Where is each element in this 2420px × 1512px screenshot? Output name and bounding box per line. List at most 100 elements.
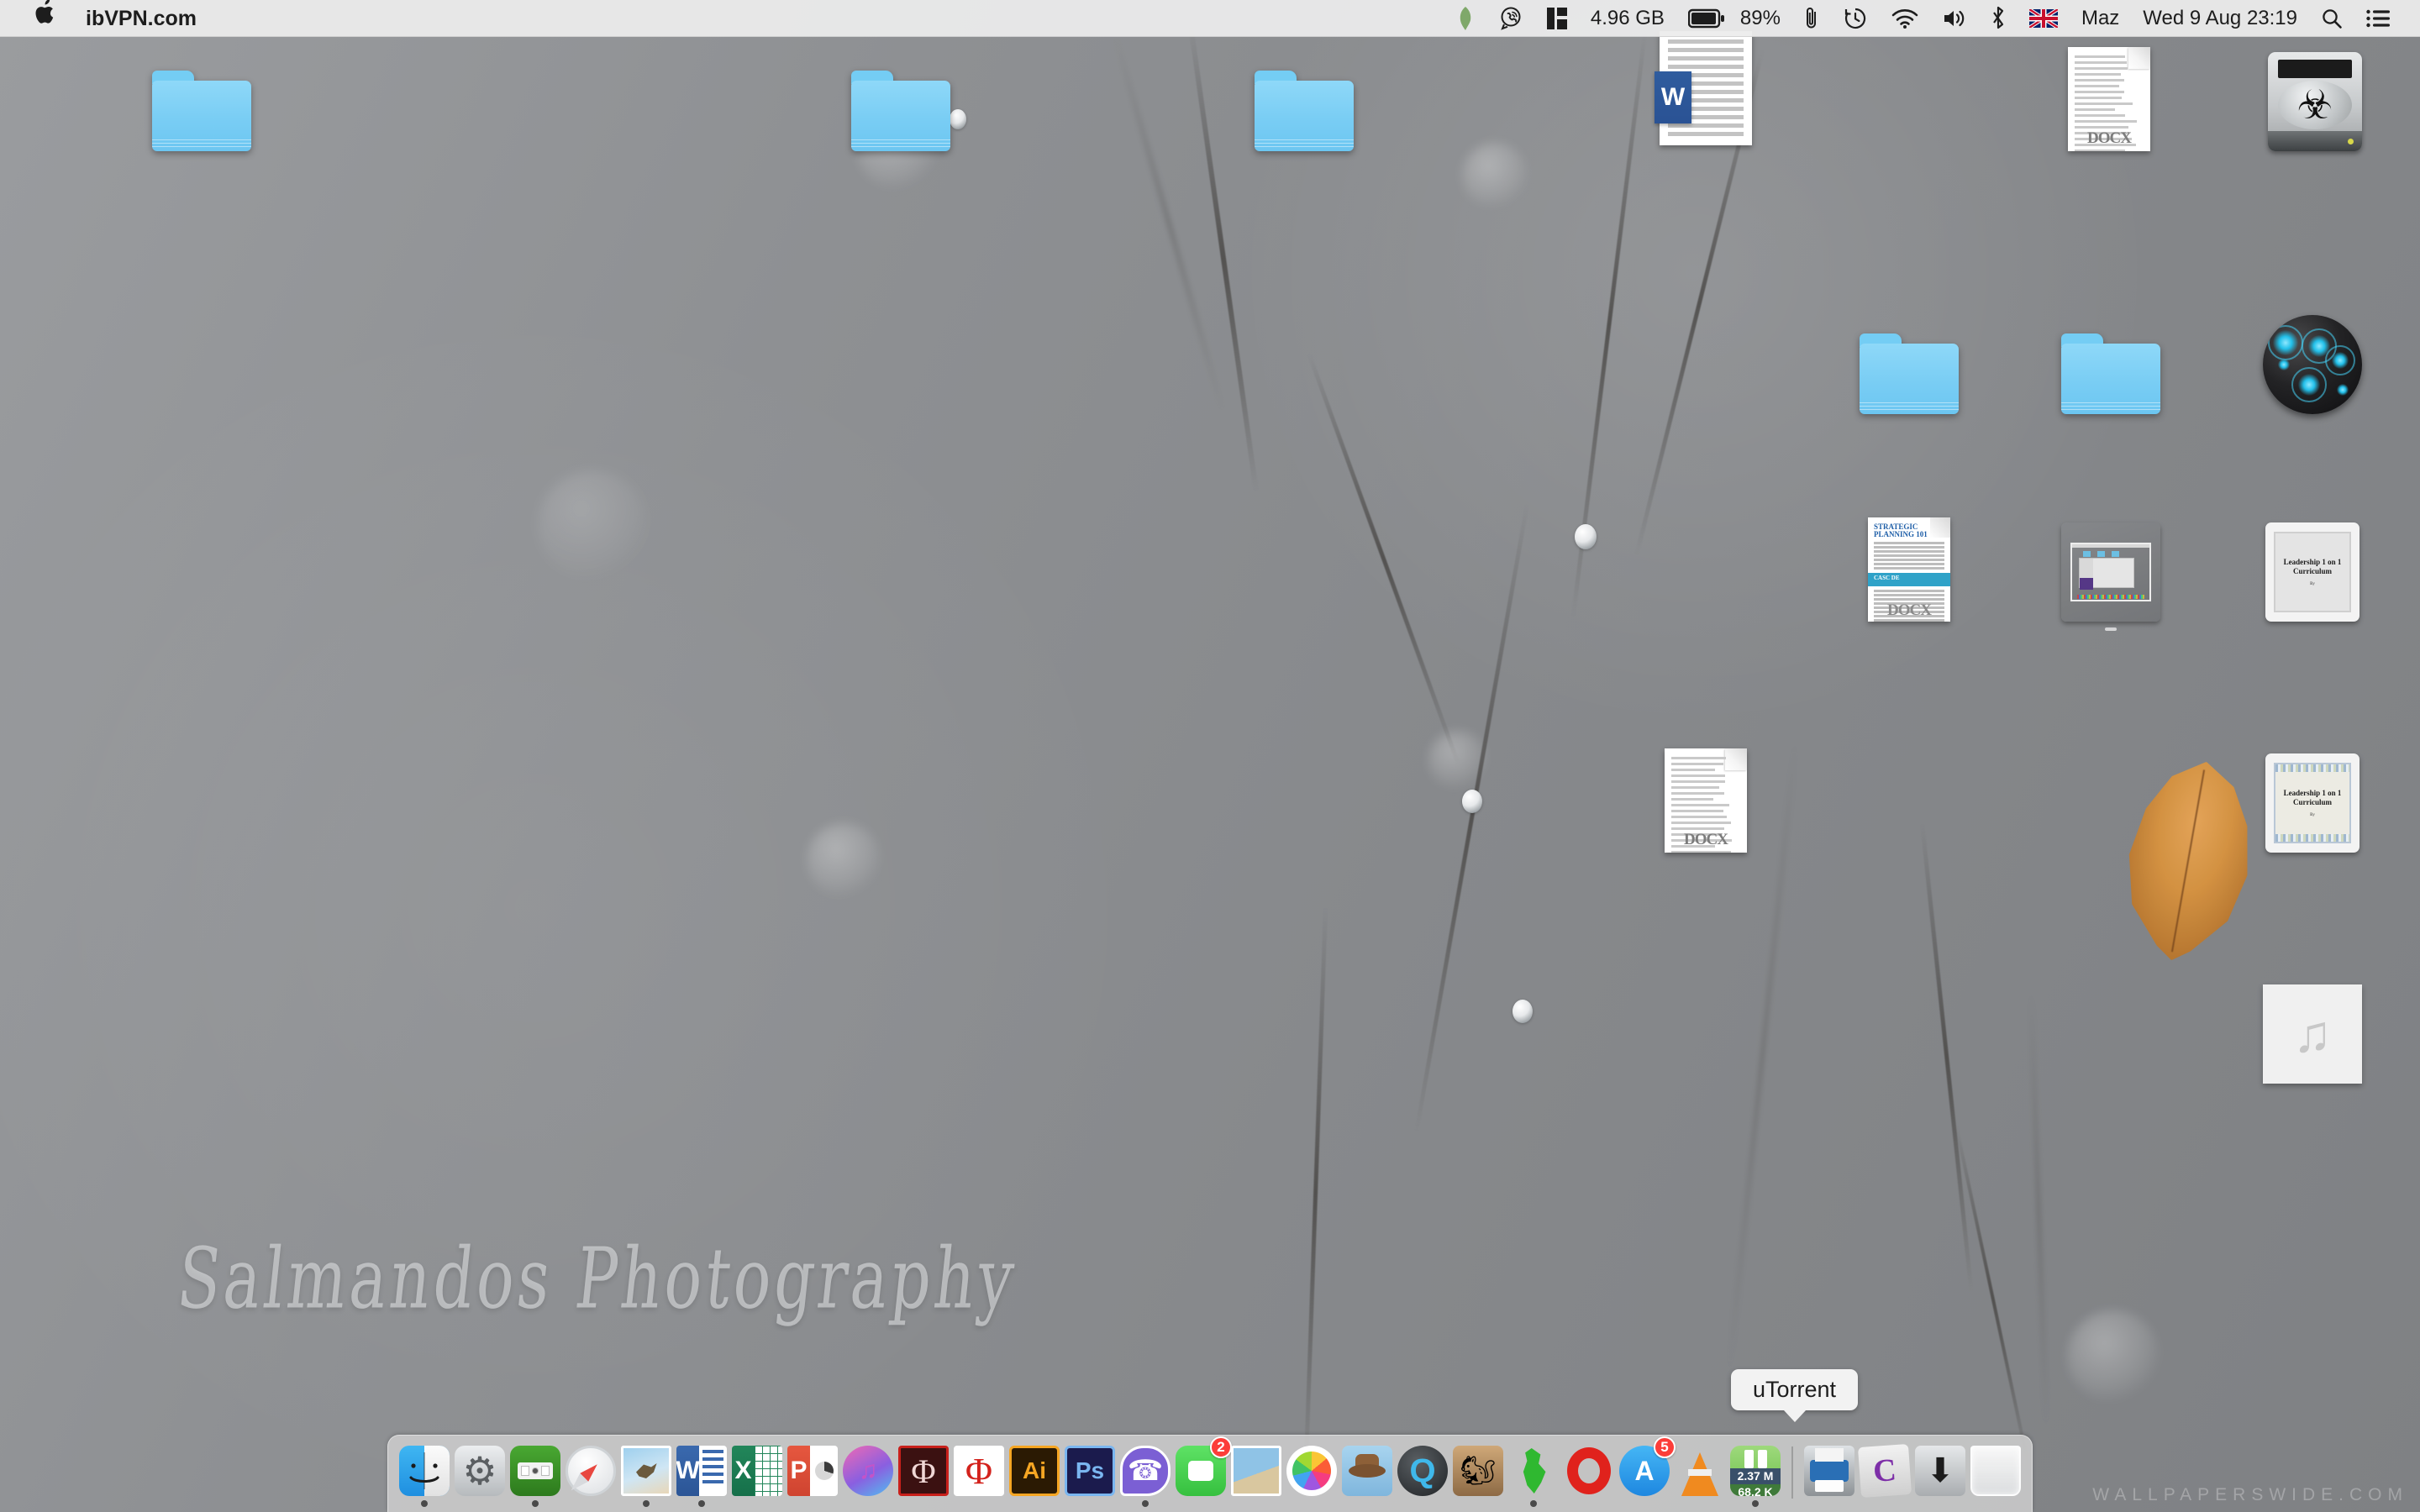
dock-item[interactable] — [618, 1440, 674, 1512]
desktop-icon-label — [2307, 627, 2318, 631]
bokeh-dot — [2067, 1310, 2160, 1403]
running-indicator — [1475, 1500, 1481, 1507]
dock-item[interactable]: X — [729, 1440, 785, 1512]
dock-item[interactable] — [1561, 1440, 1617, 1512]
menu-app-name[interactable]: ibVPN.com — [71, 0, 212, 37]
dock-item[interactable] — [1672, 1440, 1728, 1512]
uk-flag-icon[interactable] — [2018, 0, 2070, 37]
memory-usage-label[interactable]: 4.96 GB — [1579, 0, 1676, 37]
desktop-icon-art: W — [1660, 40, 1752, 145]
dock-item[interactable] — [397, 1440, 452, 1512]
branch — [1112, 34, 1226, 415]
dock-item[interactable] — [1506, 1440, 1561, 1512]
dock-item[interactable]: ☎ — [1118, 1440, 1173, 1512]
notification-center-icon[interactable] — [2354, 0, 2402, 37]
desktop-icon[interactable] — [118, 46, 286, 160]
search-icon[interactable] — [2309, 0, 2354, 37]
desktop-icon-art — [851, 46, 950, 151]
running-indicator — [1937, 1500, 1944, 1507]
water-drop — [1462, 790, 1482, 813]
volume-icon[interactable] — [1930, 0, 1979, 37]
dock-stack-item[interactable] — [1802, 1440, 1857, 1512]
battery-percent-label[interactable]: 89% — [1737, 0, 1792, 37]
dock-stack-item[interactable]: ⬇ — [1912, 1440, 1968, 1512]
running-indicator — [1586, 1500, 1592, 1507]
desktop-icon-art: Leadership 1 on 1 Curriculum By — [2265, 517, 2360, 622]
dock-item[interactable] — [1284, 1440, 1339, 1512]
my-data-sphere-icon — [2263, 315, 2362, 414]
desktop-icon[interactable]: W — [1622, 40, 1790, 155]
desktop-icon[interactable]: Leadership 1 on 1 Curriculum By — [2228, 748, 2396, 862]
vpn-leaf-icon[interactable] — [1444, 0, 1488, 37]
desktop-icon[interactable]: ♫ — [2228, 979, 2396, 1093]
dock-item[interactable]: ⚙ — [452, 1440, 508, 1512]
running-indicator — [421, 1500, 428, 1507]
wifi-icon[interactable] — [1880, 0, 1930, 37]
network-download-rate: 68.2 K — [1730, 1484, 1781, 1496]
desktop-icon-label — [895, 157, 907, 160]
dock-item[interactable]: Ps — [1062, 1440, 1118, 1512]
desktop-icon[interactable]: DOCX — [1622, 748, 1790, 862]
viber-phone-icon[interactable] — [1488, 0, 1535, 37]
menu-user-label[interactable]: Maz — [2070, 0, 2131, 37]
desktop-icon[interactable] — [1220, 46, 1388, 160]
wallpaper-watermark: WALLPAPERSWIDE.COM — [2092, 1485, 2408, 1505]
audio-file-icon: ♫ — [2263, 984, 2362, 1084]
desktop-icon-label — [1298, 157, 1310, 160]
dock-item[interactable] — [508, 1440, 563, 1512]
screenshot-jpg-icon — [2061, 522, 2160, 622]
paperclip-icon[interactable] — [1792, 0, 1831, 37]
time-machine-icon[interactable] — [1831, 0, 1880, 37]
dock[interactable]: ⚙ W X P ♫ Φ Φ Ai Ps ☎ 2 Q 🐿 A 5 2.37 M 68.2 K C ⬇ — [387, 1435, 2033, 1512]
menu-bar-left: ibVPN.com — [0, 0, 212, 37]
branch — [2028, 991, 2049, 1428]
menu-clock[interactable]: Wed 9 Aug 23:19 — [2131, 0, 2309, 37]
dock-item[interactable] — [1339, 1440, 1395, 1512]
menu-bar-status-area: 4.96 GB 89% Maz Wed 9 Aug 23:19 — [1444, 0, 2420, 37]
desktop-icon-label — [1903, 627, 1915, 631]
window-tiles-icon[interactable] — [1535, 0, 1579, 37]
dock-item[interactable] — [563, 1440, 618, 1512]
dock-item[interactable]: 2 — [1173, 1440, 1228, 1512]
branch — [1954, 1126, 2031, 1472]
dock-item[interactable] — [1228, 1440, 1284, 1512]
dock-item[interactable]: P — [785, 1440, 840, 1512]
dock-stack-item[interactable] — [1968, 1440, 2023, 1512]
desktop-icon-art: ♫ — [2263, 979, 2362, 1084]
apple-icon[interactable] — [18, 0, 71, 37]
desktop-icon[interactable] — [1825, 309, 1993, 423]
dock-item[interactable]: Φ — [896, 1440, 951, 1512]
desktop-icon[interactable] — [2228, 309, 2396, 423]
desktop-icon[interactable]: ☣ — [2231, 46, 2399, 160]
desktop-icon[interactable]: STRATEGIC PLANNING 101 CASC DE DOCX — [1825, 517, 1993, 631]
running-indicator — [698, 1500, 705, 1507]
running-indicator — [476, 1500, 483, 1507]
dock-item[interactable]: 🐿 — [1450, 1440, 1506, 1512]
desktop-icon[interactable] — [817, 46, 985, 160]
branch — [1920, 823, 1974, 1291]
desktop-icon[interactable]: Leadership 1 on 1 Curriculum By — [2228, 517, 2396, 631]
desktop-icon-label — [1700, 151, 1712, 155]
dock-stack-item[interactable]: C — [1857, 1440, 1912, 1512]
dock-item[interactable]: Φ — [951, 1440, 1007, 1512]
dock-tooltip-label: uTorrent — [1731, 1369, 1858, 1410]
desktop-icon-art — [2061, 309, 2160, 414]
desktop-icon[interactable] — [2027, 517, 2195, 631]
running-indicator — [1142, 1500, 1149, 1507]
network-upload-rate: 2.37 M — [1730, 1468, 1781, 1484]
dock-item[interactable]: Ai — [1007, 1440, 1062, 1512]
running-indicator — [1086, 1500, 1093, 1507]
running-indicator — [1697, 1500, 1703, 1507]
dock-item[interactable]: 2.37 M 68.2 K — [1728, 1440, 1783, 1512]
dock-item[interactable]: Q — [1395, 1440, 1450, 1512]
dock-item[interactable]: W — [674, 1440, 729, 1512]
dock-item[interactable]: ♫ — [840, 1440, 896, 1512]
desktop-icon[interactable] — [2027, 309, 2195, 423]
bluetooth-icon[interactable] — [1979, 0, 2018, 37]
branch — [1307, 353, 1460, 764]
desktop-icon[interactable]: DOCX — [2025, 46, 2193, 160]
water-drop — [1575, 524, 1597, 549]
battery-icon[interactable] — [1676, 0, 1737, 37]
desktop-icon-art: DOCX — [2068, 46, 2150, 151]
dock-item[interactable]: A5 — [1617, 1440, 1672, 1512]
